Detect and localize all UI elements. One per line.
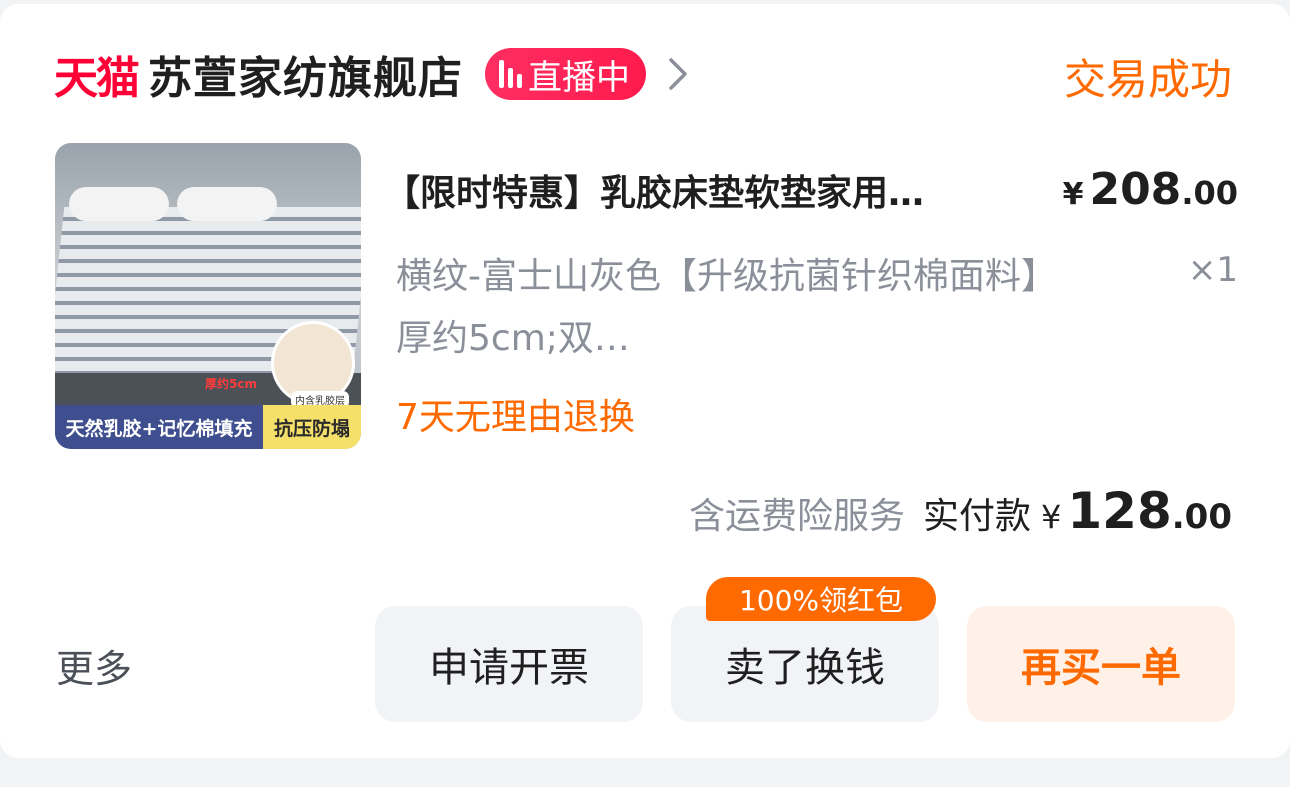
paid-integer: 128 (1067, 482, 1172, 540)
image-tag-left: 天然乳胶+记忆棉填充 (55, 405, 263, 449)
pillow-right (177, 187, 277, 221)
paid-currency: ¥ (1041, 498, 1062, 536)
thickness-label: 厚约5cm (205, 377, 257, 391)
paid-label: 实付款 (923, 496, 1032, 537)
price-integer: 208 (1089, 164, 1182, 215)
shop-name[interactable]: 苏萱家纺旗舰店 (148, 42, 463, 106)
payment-summary: 含运费险服务 实付款 ¥128.00 (689, 482, 1232, 540)
pillow-left (69, 187, 169, 221)
price-decimal: .00 (1181, 174, 1238, 212)
paid-decimal: .00 (1171, 497, 1232, 537)
more-button[interactable]: 更多 (56, 638, 132, 693)
buy-again-button[interactable]: 再买一单 (967, 606, 1235, 722)
order-card: 天猫 苏萱家纺旗舰店 直播中 交易成功 厚约5cm 内含乳胶层 天然乳胶+记忆棉… (0, 4, 1290, 758)
product-quantity: ×1 (1187, 250, 1238, 290)
tmall-logo: 天猫 (54, 53, 140, 104)
shop-header[interactable]: 天猫 苏萱家纺旗舰店 直播中 (54, 44, 696, 104)
insurance-note: 含运费险服务 (689, 496, 906, 537)
paid-amount: ¥128.00 (1041, 482, 1232, 540)
product-price: ¥ 208 .00 (1063, 164, 1238, 215)
price-currency: ¥ (1062, 177, 1084, 212)
live-badge[interactable]: 直播中 (485, 48, 646, 100)
return-policy: 7天无理由退换 (396, 397, 635, 438)
invoice-button[interactable]: 申请开票 (375, 606, 643, 722)
order-status: 交易成功 (1063, 55, 1232, 104)
product-image[interactable]: 厚约5cm 内含乳胶层 天然乳胶+记忆棉填充 抗压防塌 (55, 143, 361, 449)
chevron-right-icon[interactable] (660, 56, 696, 92)
product-variant: 横纹-富士山灰色【升级抗菌针织棉面料】厚约5cm;双… (396, 256, 1039, 359)
image-tag-right: 抗压防塌 (263, 405, 361, 449)
resell-promo-badge: 100%领红包 (706, 577, 936, 621)
live-badge-label: 直播中 (528, 57, 630, 98)
live-bars-icon (499, 60, 522, 88)
resell-button[interactable]: 卖了换钱 (671, 606, 939, 722)
product-title[interactable]: 【限时特惠】乳胶床垫软垫家用… (384, 164, 1034, 216)
